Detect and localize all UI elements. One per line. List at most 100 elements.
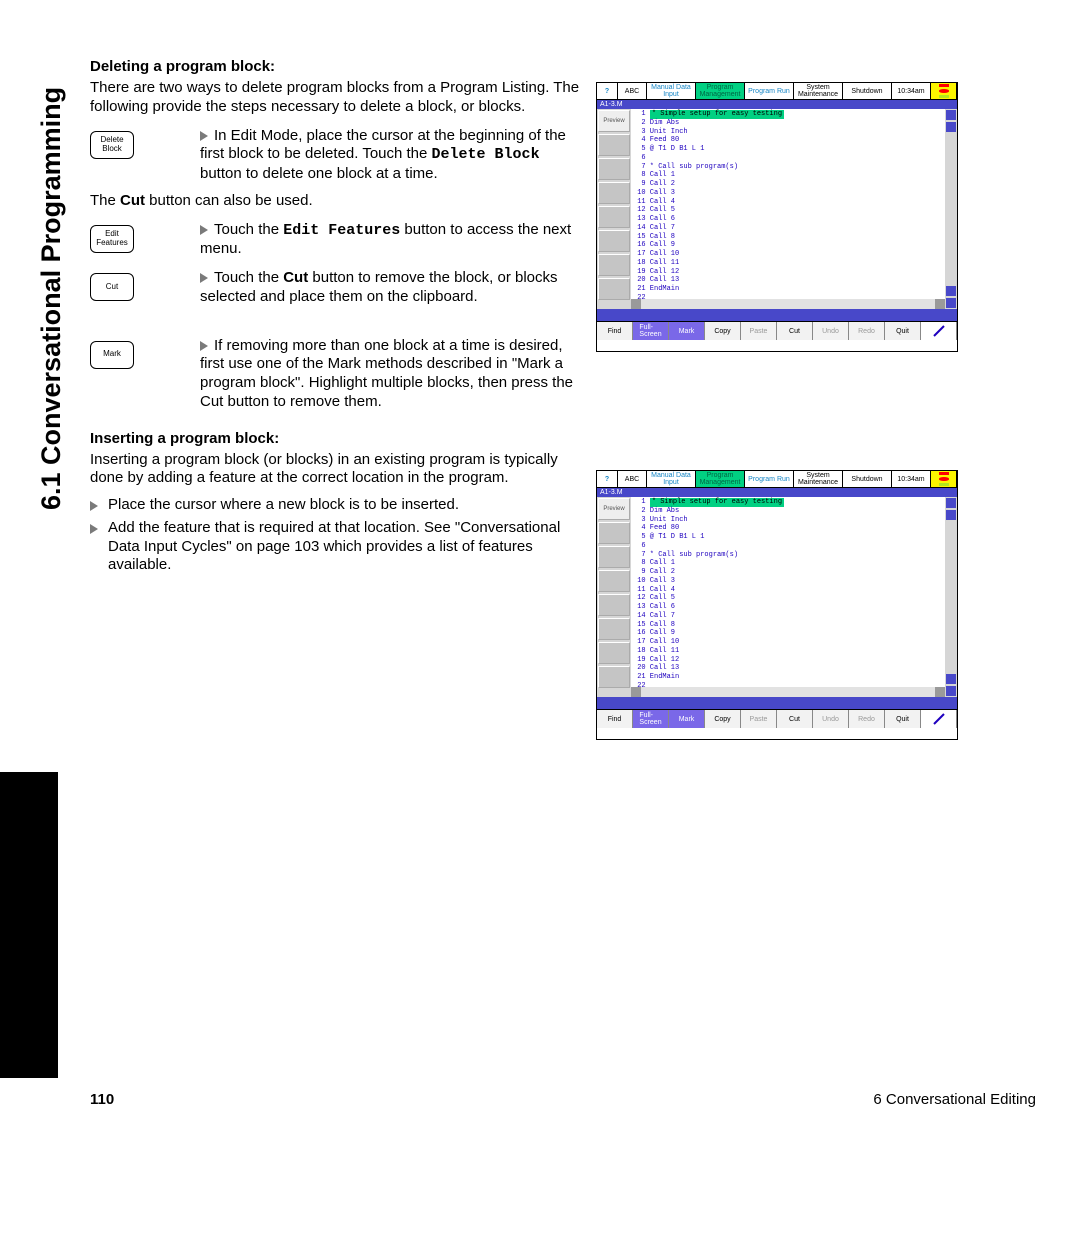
- softkey-mark: Mark: [90, 341, 134, 369]
- intro-deleting: There are two ways to delete program blo…: [90, 79, 582, 117]
- fbtn-copy[interactable]: Copy: [705, 710, 741, 728]
- leftbtn-preview[interactable]: Preview: [598, 498, 630, 520]
- h-scrollbar[interactable]: [631, 687, 945, 697]
- status-area: [931, 471, 957, 487]
- bullet-icon: [200, 131, 208, 141]
- screenshot-insert: ? ABC Manual Data Input Program Manageme…: [596, 470, 958, 740]
- fbtn-mark[interactable]: Mark: [669, 710, 705, 728]
- tab-system-maintenance[interactable]: System Maintenance: [794, 471, 843, 487]
- intro-inserting: Inserting a program block (or blocks) in…: [90, 451, 582, 489]
- tab-program-run[interactable]: Program Run: [745, 83, 794, 99]
- fbtn-paste[interactable]: Paste: [741, 710, 777, 728]
- fbtn-redo[interactable]: Redo: [849, 710, 885, 728]
- clock-label: 10:34am: [892, 83, 931, 99]
- leftbtn-5[interactable]: [598, 594, 630, 616]
- softkey-cut: Cut: [90, 273, 134, 301]
- tab-program-run[interactable]: Program Run: [745, 471, 794, 487]
- status-area: [931, 83, 957, 99]
- clock-label: 10:34am: [892, 471, 931, 487]
- status-bar: [597, 309, 957, 321]
- fbtn-tool-icon[interactable]: [921, 710, 957, 728]
- status-alert-icon: [939, 84, 949, 87]
- program-lines: 2 Dim Abs 3 Unit Inch 4 Feed 80 5 @ T1 D…: [633, 119, 784, 299]
- bullet-icon: [200, 225, 208, 235]
- fbtn-tool-icon[interactable]: [921, 322, 957, 340]
- chapter-label: 6 Conversational Editing: [873, 1091, 1036, 1108]
- screenshot-delete: ? ABC Manual Data Input Program Manageme…: [596, 82, 958, 352]
- left-toolbar: Preview: [597, 497, 631, 697]
- fbtn-paste[interactable]: Paste: [741, 322, 777, 340]
- leftbtn-2[interactable]: [598, 522, 630, 544]
- fbtn-quit[interactable]: Quit: [885, 322, 921, 340]
- tab-help-icon[interactable]: ?: [597, 83, 618, 99]
- bullet-insert-1: Place the cursor where a new block is to…: [90, 496, 582, 515]
- instr-delete-block: In Edit Mode, place the cursor at the be…: [200, 127, 582, 184]
- bullet-icon: [200, 341, 208, 351]
- h-scrollbar[interactable]: [631, 299, 945, 309]
- tab-shutdown[interactable]: Shutdown: [843, 471, 892, 487]
- bullet-insert-2: Add the feature that is required at that…: [90, 519, 582, 575]
- section-side-label: 6.1 Conversational Programming: [36, 87, 67, 510]
- fbtn-cut[interactable]: Cut: [777, 710, 813, 728]
- leftbtn-8[interactable]: [598, 278, 630, 300]
- fbtn-redo[interactable]: Redo: [849, 322, 885, 340]
- leftbtn-5[interactable]: [598, 206, 630, 228]
- filename-bar: A1-3.M: [597, 100, 957, 109]
- fbtn-fullscreen[interactable]: Full- Screen: [633, 710, 669, 728]
- tab-shutdown[interactable]: Shutdown: [843, 83, 892, 99]
- instr-cut: Touch the Cut button to remove the block…: [200, 269, 582, 307]
- fbtn-fullscreen[interactable]: Full- Screen: [633, 322, 669, 340]
- decorative-black-bar: [0, 772, 58, 1078]
- heading-deleting: Deleting a program block:: [90, 58, 582, 75]
- tab-manual-data[interactable]: Manual Data Input: [647, 83, 696, 99]
- status-bar: [597, 697, 957, 709]
- instr-edit-features: Touch the Edit Features button to access…: [200, 221, 582, 260]
- highlighted-line: * Simple setup for easy testing: [650, 110, 784, 119]
- tab-abc[interactable]: ABC: [618, 83, 647, 99]
- status-alert-icon: [939, 472, 949, 475]
- highlighted-line: * Simple setup for easy testing: [650, 498, 784, 507]
- leftbtn-preview[interactable]: Preview: [598, 110, 630, 132]
- leftbtn-6[interactable]: [598, 618, 630, 640]
- tab-abc[interactable]: ABC: [618, 471, 647, 487]
- fbtn-find[interactable]: Find: [597, 710, 633, 728]
- softkey-edit-features: Edit Features: [90, 225, 134, 253]
- program-listing[interactable]: 1 * Simple setup for easy testing 2 Dim …: [631, 497, 945, 687]
- tab-system-maintenance[interactable]: System Maintenance: [794, 83, 843, 99]
- leftbtn-3[interactable]: [598, 158, 630, 180]
- status-lock-icon: [939, 95, 949, 98]
- filename-bar: A1-3.M: [597, 488, 957, 497]
- page-number: 110: [90, 1091, 114, 1108]
- fbtn-undo[interactable]: Undo: [813, 322, 849, 340]
- cut-note: The Cut button can also be used.: [90, 192, 582, 211]
- v-scrollbar[interactable]: [945, 109, 957, 309]
- fbtn-cut[interactable]: Cut: [777, 322, 813, 340]
- v-scrollbar[interactable]: [945, 497, 957, 697]
- fbtn-quit[interactable]: Quit: [885, 710, 921, 728]
- heading-inserting: Inserting a program block:: [90, 430, 582, 447]
- leftbtn-7[interactable]: [598, 642, 630, 664]
- leftbtn-7[interactable]: [598, 254, 630, 276]
- left-toolbar: Preview: [597, 109, 631, 309]
- softkey-delete-block: Delete Block: [90, 131, 134, 159]
- fbtn-mark[interactable]: Mark: [669, 322, 705, 340]
- fbtn-undo[interactable]: Undo: [813, 710, 849, 728]
- instr-mark: If removing more than one block at a tim…: [200, 337, 582, 412]
- leftbtn-4[interactable]: [598, 182, 630, 204]
- leftbtn-3[interactable]: [598, 546, 630, 568]
- status-lock-icon: [939, 483, 949, 486]
- status-record-icon: [939, 477, 949, 480]
- program-lines: 2 Dim Abs 3 Unit Inch 4 Feed 80 5 @ T1 D…: [633, 507, 784, 687]
- leftbtn-8[interactable]: [598, 666, 630, 688]
- tab-program-management[interactable]: Program Management: [696, 471, 745, 487]
- status-record-icon: [939, 89, 949, 92]
- program-listing[interactable]: 1 * Simple setup for easy testing 2 Dim …: [631, 109, 945, 299]
- tab-help-icon[interactable]: ?: [597, 471, 618, 487]
- leftbtn-4[interactable]: [598, 570, 630, 592]
- leftbtn-6[interactable]: [598, 230, 630, 252]
- tab-manual-data[interactable]: Manual Data Input: [647, 471, 696, 487]
- fbtn-find[interactable]: Find: [597, 322, 633, 340]
- fbtn-copy[interactable]: Copy: [705, 322, 741, 340]
- tab-program-management[interactable]: Program Management: [696, 83, 745, 99]
- leftbtn-2[interactable]: [598, 134, 630, 156]
